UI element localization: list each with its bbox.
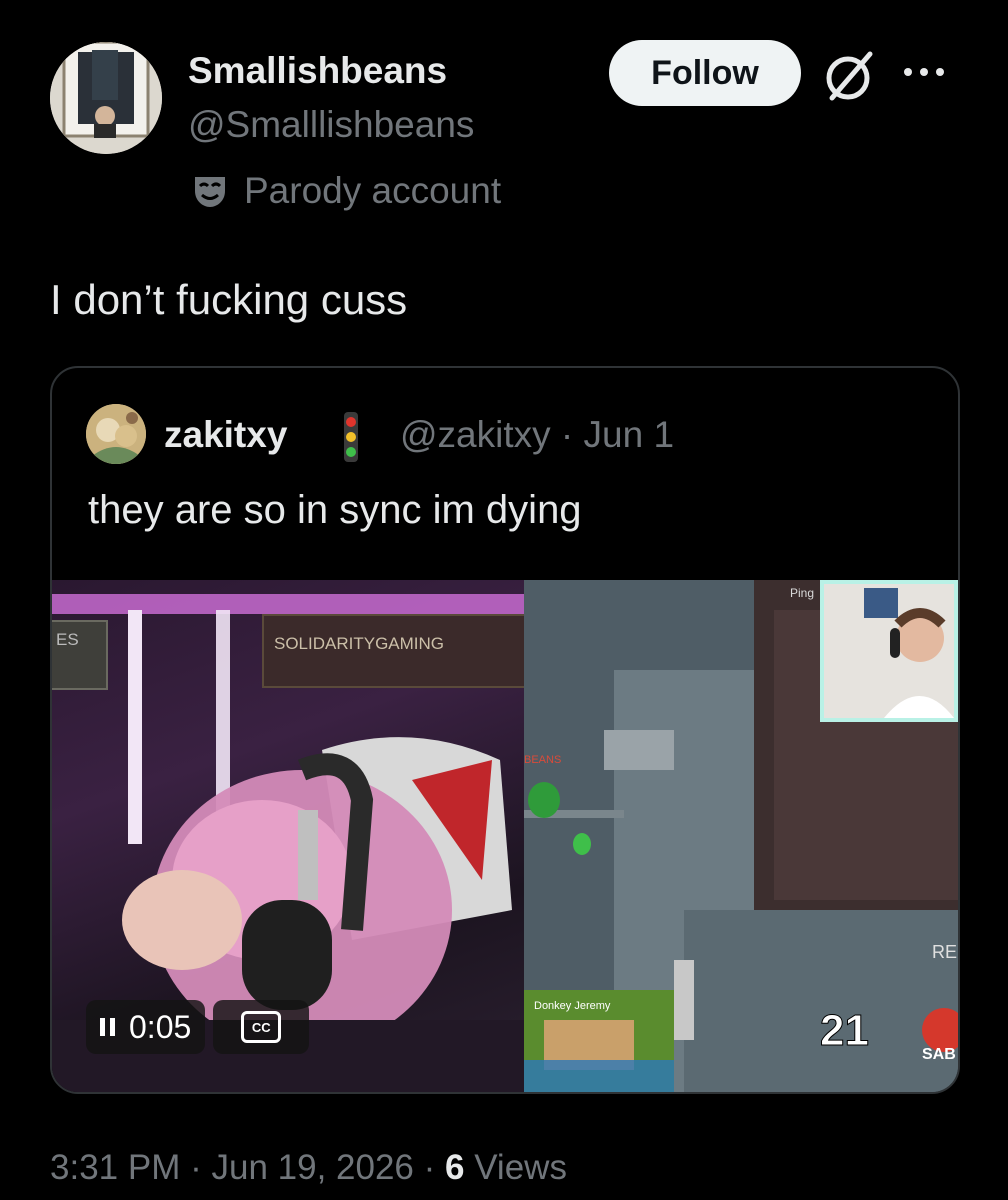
tweet-date[interactable]: Jun 19, 2026 [211, 1148, 413, 1187]
meta-separator: · [423, 1148, 446, 1187]
player-name-label: BEANS [524, 754, 562, 766]
pause-icon [100, 1018, 115, 1036]
video-time: 0:05 [129, 1008, 192, 1045]
views-count: 6 [445, 1148, 465, 1187]
quoted-tweet[interactable]: zakitxy @zakitxy · Jun 1 they are so in … [50, 366, 960, 1094]
author-display-name[interactable]: Smallishbeans [188, 50, 447, 92]
video-controls: 0:05 CC [86, 1000, 310, 1054]
webcam-person [824, 584, 954, 718]
mask-icon [195, 177, 225, 207]
quoted-author-name[interactable]: zakitxy [164, 414, 287, 456]
sponsor-banner-text: SOLIDARITYGAMING [274, 634, 445, 653]
follow-button[interactable]: Follow [609, 40, 801, 106]
author-avatar[interactable] [50, 42, 162, 154]
report-button-label: RE [932, 942, 958, 962]
more-options-icon[interactable] [904, 62, 956, 82]
overlay-badge: ES [52, 620, 108, 690]
quoted-avatar-image [86, 404, 146, 464]
avatar-image [50, 42, 162, 154]
meta-separator: · [190, 1148, 212, 1187]
views-label: Views [474, 1148, 567, 1187]
cc-icon: CC [241, 1011, 282, 1043]
captions-button[interactable]: CC [213, 1000, 310, 1054]
parody-label: Parody account [190, 170, 501, 212]
author-handle[interactable]: @Smalllishbeans [188, 104, 474, 146]
minecraft-label: Donkey Jeremy [534, 1000, 611, 1012]
quoted-video[interactable]: ES SOLIDARITYGAMING 0:05 CC Ping BEANS D… [52, 580, 958, 1092]
video-left-pane: ES SOLIDARITYGAMING 0:05 CC [52, 580, 524, 1092]
quoted-avatar[interactable] [86, 404, 146, 464]
quoted-handle-date[interactable]: @zakitxy · Jun 1 [400, 414, 674, 456]
tweet-time[interactable]: 3:31 PM [50, 1148, 180, 1187]
quoted-text: they are so in sync im dying [88, 488, 582, 532]
parody-text: Parody account [244, 170, 502, 211]
sabotage-label: SAB [922, 1046, 956, 1063]
play-pause-button[interactable]: 0:05 [86, 1000, 206, 1054]
ping-label: Ping [790, 586, 815, 600]
grok-icon[interactable] [822, 48, 878, 104]
kill-cooldown-counter: 21 [820, 1006, 870, 1056]
video-right-pane: Ping BEANS Donkey Jeremy RE 21 SAB [524, 580, 958, 1092]
tweet-meta: 3:31 PM · Jun 19, 2026 · 6 Views [50, 1148, 567, 1188]
webcam-overlay [820, 580, 958, 722]
tweet-text: I don’t fucking cuss [50, 276, 408, 323]
traffic-light-icon [344, 412, 358, 462]
